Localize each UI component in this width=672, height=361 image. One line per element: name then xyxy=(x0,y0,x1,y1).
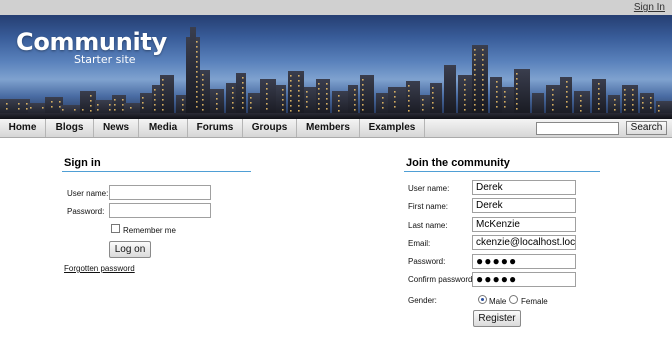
join-email-label: Email: xyxy=(408,239,431,248)
nav-item-groups[interactable]: Groups xyxy=(243,119,297,137)
signin-username-input[interactable] xyxy=(109,185,211,200)
join-password-input[interactable]: ●●●●● xyxy=(472,254,576,269)
nav-item-forums[interactable]: Forums xyxy=(188,119,243,137)
gender-male-label: Male xyxy=(489,297,507,306)
signin-username-label: User name: xyxy=(67,189,109,198)
signin-password-input[interactable] xyxy=(109,203,211,218)
search-input[interactable] xyxy=(536,122,619,135)
main-nav: Home Blogs News Media Forums Groups Memb… xyxy=(0,119,672,138)
gender-male-radio[interactable] xyxy=(478,295,487,304)
nav-item-members[interactable]: Members xyxy=(297,119,360,137)
nav-item-news[interactable]: News xyxy=(94,119,139,137)
site-subtitle: Starter site xyxy=(74,53,136,66)
site-banner: Community Starter site xyxy=(0,15,672,119)
signin-password-label: Password: xyxy=(67,207,105,216)
nav-item-home[interactable]: Home xyxy=(0,119,46,137)
join-username-label: User name: xyxy=(408,184,450,193)
nav-item-examples[interactable]: Examples xyxy=(360,119,425,137)
gender-female-label: Female xyxy=(521,297,548,306)
sign-in-divider xyxy=(62,171,251,172)
gender-female-radio[interactable] xyxy=(509,295,518,304)
register-button[interactable]: Register xyxy=(473,310,521,327)
nav-item-media[interactable]: Media xyxy=(139,119,188,137)
gender-label: Gender: xyxy=(408,296,437,305)
sign-in-heading: Sign in xyxy=(64,157,101,169)
join-password-label: Password: xyxy=(408,257,446,266)
log-on-button[interactable]: Log on xyxy=(109,241,151,258)
join-heading: Join the community xyxy=(406,157,510,169)
join-email-input[interactable]: ckenzie@localhost.local xyxy=(472,235,576,250)
search-button[interactable]: Search xyxy=(626,121,667,135)
join-lastname-label: Last name: xyxy=(408,221,448,230)
forgotten-password-link[interactable]: Forgotten password xyxy=(64,264,135,273)
sign-in-link[interactable]: Sign In xyxy=(634,2,665,13)
join-firstname-label: First name: xyxy=(408,202,449,211)
remember-me-label: Remember me xyxy=(123,226,176,235)
join-confirm-password-label: Confirm password: xyxy=(408,275,475,284)
nav-item-blogs[interactable]: Blogs xyxy=(46,119,94,137)
join-username-input[interactable]: Derek xyxy=(472,180,576,195)
top-bar: Sign In xyxy=(0,0,672,15)
join-lastname-input[interactable]: McKenzie xyxy=(472,217,576,232)
join-confirm-password-input[interactable]: ●●●●● xyxy=(472,272,576,287)
remember-me-checkbox[interactable] xyxy=(111,224,120,233)
site-title: Community xyxy=(16,28,167,56)
join-divider xyxy=(404,171,600,172)
join-firstname-input[interactable]: Derek xyxy=(472,198,576,213)
